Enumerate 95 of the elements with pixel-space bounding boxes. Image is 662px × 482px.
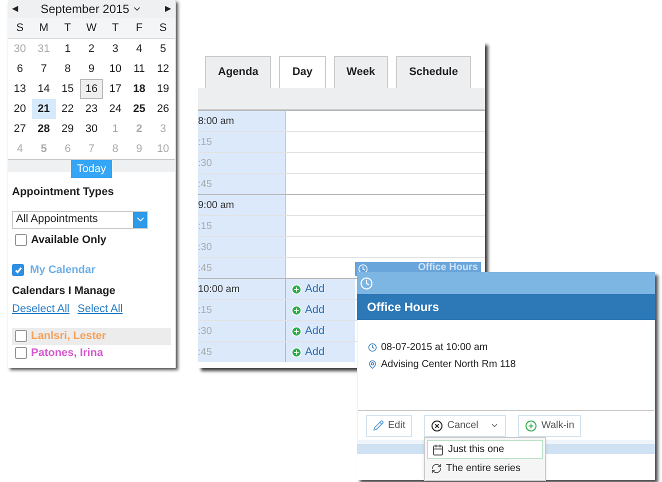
day-cell[interactable]: 1 <box>56 39 80 59</box>
popup-title: Office Hours <box>367 299 440 316</box>
day-cell[interactable]: 20 <box>8 99 32 119</box>
day-cell[interactable]: 18 <box>127 79 152 99</box>
day-cell[interactable]: 25 <box>127 99 152 119</box>
weekday-label: F <box>127 18 152 39</box>
checkbox-label: Available Only <box>31 232 106 248</box>
time-label: :15 <box>198 300 285 320</box>
day-cell[interactable]: 4 <box>127 39 152 59</box>
view-tab[interactable]: Week <box>334 56 388 88</box>
checkbox[interactable] <box>15 234 27 246</box>
time-label: :30 <box>198 153 285 173</box>
add-slot-button[interactable]: Add <box>285 321 355 341</box>
day-cell[interactable]: 22 <box>56 99 80 119</box>
weekday-label: M <box>32 18 56 39</box>
time-label: 8:00 am <box>198 111 285 131</box>
checkbox[interactable] <box>12 264 24 276</box>
time-label: :30 <box>198 237 285 257</box>
view-tab[interactable]: Day <box>279 56 326 88</box>
checkbox[interactable] <box>15 347 27 359</box>
popup-action-button[interactable]: Cancel <box>424 414 506 436</box>
add-slot-button[interactable]: Add <box>285 279 355 299</box>
popup-title: Office Hours <box>418 262 478 275</box>
day-cell[interactable]: 29 <box>56 119 80 139</box>
day-cell[interactable]: 10 <box>103 59 128 79</box>
prev-month-button[interactable]: ◀ <box>12 3 18 15</box>
appointment-location: Advising Center North Rm 118 <box>381 358 516 372</box>
weekday-label: S <box>151 18 175 39</box>
add-slot-button[interactable]: Add <box>285 300 355 320</box>
day-cell[interactable]: 12 <box>151 59 175 79</box>
refresh-icon <box>431 463 442 474</box>
time-label: :15 <box>198 132 285 152</box>
weekday-label: S <box>8 18 32 39</box>
day-cell[interactable]: 23 <box>80 99 104 119</box>
calendar-icon <box>432 444 444 456</box>
day-cell[interactable]: 27 <box>8 119 32 139</box>
calendar-name: Patones, Irina <box>31 346 104 361</box>
day-cell[interactable]: 7 <box>32 59 56 79</box>
weekday-label: T <box>103 18 128 39</box>
add-slot-button[interactable]: Add <box>285 342 355 362</box>
plus-icon <box>525 420 538 432</box>
view-tab[interactable]: Agenda <box>205 56 272 88</box>
day-cell[interactable]: 17 <box>103 79 128 99</box>
select-all-link[interactable]: Select All <box>77 301 123 318</box>
clock-icon <box>368 343 377 352</box>
view-tab[interactable]: Schedule <box>396 56 471 88</box>
day-cell[interactable]: 6 <box>8 59 32 79</box>
clock-icon <box>358 264 368 274</box>
day-cell[interactable]: 13 <box>8 79 32 99</box>
pencil-icon <box>373 420 384 431</box>
time-label: :15 <box>198 216 285 236</box>
clock-icon <box>360 276 373 290</box>
caret-icon <box>490 421 500 430</box>
section-title: Appointment Types <box>12 185 115 200</box>
time-label: :45 <box>198 258 285 278</box>
day-cell[interactable]: 14 <box>32 79 56 99</box>
appointment-type-select[interactable]: All Appointments <box>12 210 148 228</box>
calendar-name: Lanlsri, Lester <box>31 328 106 344</box>
location-pin-icon <box>368 360 377 369</box>
time-label: :45 <box>198 174 285 194</box>
deselect-all-link[interactable]: Deselect All <box>12 301 70 318</box>
time-label: :30 <box>198 321 285 341</box>
checkbox[interactable] <box>15 330 27 342</box>
day-cell[interactable]: 19 <box>151 79 175 99</box>
day-cell[interactable]: 26 <box>151 99 175 119</box>
day-cell[interactable]: 28 <box>32 119 56 139</box>
popup-action-button[interactable]: Walk-in <box>518 414 582 436</box>
weekday-label: W <box>80 18 104 39</box>
cancel-icon <box>431 420 444 432</box>
day-cell[interactable]: 2 <box>80 39 104 59</box>
appointment-time: 08-07-2015 at 10:00 am <box>381 341 488 355</box>
day-cell[interactable]: 9 <box>80 59 104 79</box>
popup-action-button[interactable]: Edit <box>366 414 412 436</box>
day-cell[interactable]: 24 <box>103 99 128 119</box>
day-cell[interactable]: 21 <box>32 99 56 119</box>
plus-icon <box>291 346 302 358</box>
month-title[interactable]: September 2015 <box>40 0 142 18</box>
day-cell[interactable]: 3 <box>103 39 128 59</box>
day-cell[interactable]: 11 <box>127 59 152 79</box>
plus-icon <box>291 284 302 294</box>
time-label: :45 <box>198 342 285 362</box>
day-cell[interactable]: 8 <box>56 59 80 79</box>
time-label: 10:00 am <box>198 279 285 299</box>
time-label: 9:00 am <box>198 195 285 215</box>
plus-icon <box>291 304 302 316</box>
day-cell[interactable]: 30 <box>80 119 104 139</box>
menu-item[interactable]: Just this one <box>427 440 543 459</box>
checkbox-label: My Calendar <box>30 263 96 278</box>
weekday-label: T <box>56 18 80 39</box>
day-cell[interactable]: 15 <box>56 79 80 99</box>
day-cell[interactable]: 16 <box>80 79 104 99</box>
section-title: Calendars I Manage <box>12 284 116 298</box>
day-cell[interactable]: 5 <box>151 39 175 59</box>
plus-icon <box>291 326 302 336</box>
next-month-button[interactable]: ▶ <box>164 3 171 15</box>
